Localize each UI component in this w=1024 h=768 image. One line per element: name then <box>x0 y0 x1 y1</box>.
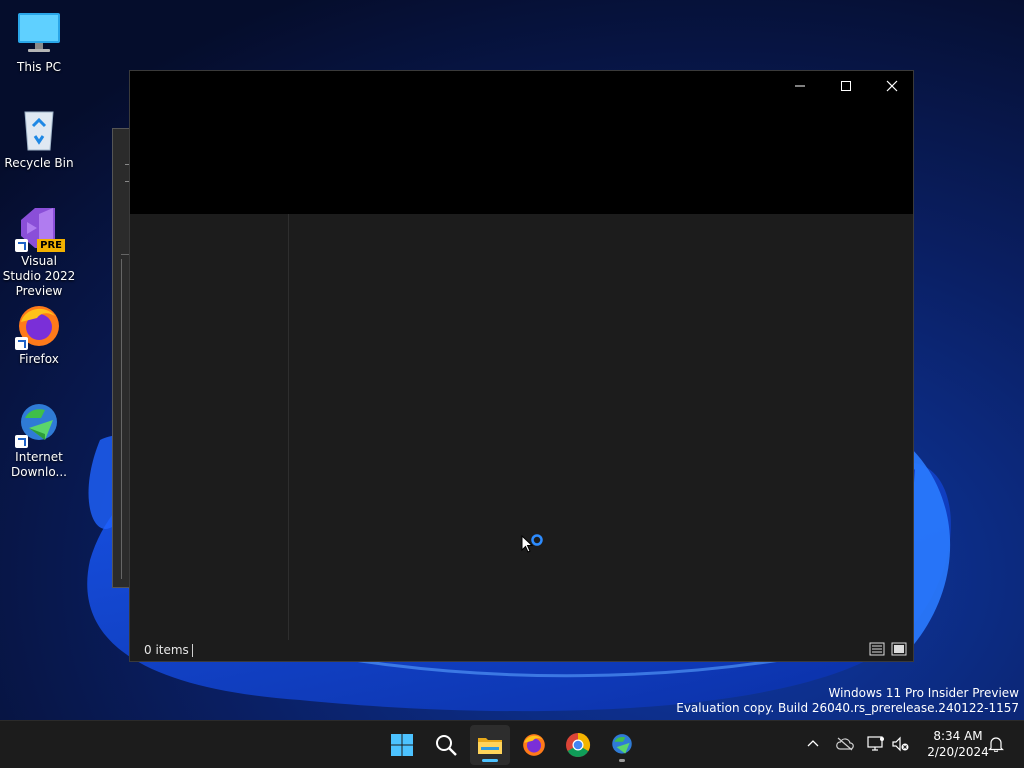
notifications-button[interactable] <box>986 733 1006 755</box>
file-explorer-icon <box>478 738 502 754</box>
shortcut-arrow-icon <box>15 435 28 448</box>
evaluation-watermark: Windows 11 Pro Insider Preview Evaluatio… <box>676 686 1019 716</box>
content-pane[interactable] <box>290 214 914 640</box>
network-icon <box>867 736 884 751</box>
close-icon <box>886 80 898 92</box>
item-count: 0 items <box>144 643 189 657</box>
network-tray[interactable] <box>866 733 886 755</box>
onedrive-icon <box>836 737 854 751</box>
chrome-icon <box>566 733 591 758</box>
volume-tray[interactable] <box>891 733 911 755</box>
internet-download-manager-icon <box>15 400 63 448</box>
details-view-icon[interactable] <box>869 642 885 656</box>
taskbar-file-explorer[interactable] <box>470 725 510 765</box>
active-indicator <box>482 759 498 762</box>
firefox-icon <box>523 734 545 756</box>
watermark-edition: Windows 11 Pro Insider Preview <box>828 686 1019 700</box>
shortcut-arrow-icon <box>15 239 28 252</box>
desktop-icon-recycle-bin[interactable]: Recycle Bin <box>1 106 77 171</box>
maximize-button[interactable] <box>823 71 869 101</box>
running-indicator <box>619 759 625 762</box>
firefox-icon <box>15 302 63 350</box>
desktop-icon-visual-studio[interactable]: PRE Visual Studio 2022 Preview <box>1 204 77 299</box>
minimize-icon <box>795 85 805 87</box>
watermark-build: Evaluation copy. Build 26040.rs_prerelea… <box>676 701 1019 715</box>
bell-icon <box>988 737 1004 752</box>
onedrive-tray[interactable] <box>835 733 855 755</box>
title-bar[interactable] <box>130 71 913 214</box>
desktop-icon-firefox[interactable]: Firefox <box>1 302 77 367</box>
status-separator <box>192 644 193 657</box>
preview-badge: PRE <box>37 239 65 252</box>
desktop-icon-label: Visual Studio 2022 Preview <box>2 254 76 298</box>
desktop-icon-label: This PC <box>17 60 61 74</box>
desktop-icon-label: Internet Downlo... <box>11 450 67 479</box>
large-icons-view-icon[interactable] <box>891 642 907 656</box>
desktop-icon-internet-download-manager[interactable]: Internet Downlo... <box>1 400 77 480</box>
start-button[interactable] <box>382 725 422 765</box>
shortcut-arrow-icon <box>15 337 28 350</box>
taskbar-chrome[interactable] <box>558 725 598 765</box>
start-icon <box>391 734 413 756</box>
taskbar: 8:34 AM 2/20/2024 <box>0 720 1024 768</box>
search-icon <box>436 735 457 756</box>
taskbar-internet-download-manager[interactable] <box>602 725 642 765</box>
visual-studio-icon: PRE <box>15 204 65 252</box>
volume-muted-icon <box>892 736 909 752</box>
busy-cursor-icon <box>521 534 543 553</box>
status-bar: 0 items <box>130 639 913 661</box>
file-explorer-window[interactable]: 0 items <box>129 70 914 662</box>
internet-download-manager-icon <box>612 734 632 754</box>
chevron-up-icon <box>807 740 819 747</box>
minimize-button[interactable] <box>777 71 823 101</box>
close-button[interactable] <box>869 71 915 101</box>
show-hidden-icons-button[interactable] <box>803 733 823 755</box>
desktop-icon-label: Recycle Bin <box>4 156 74 170</box>
maximize-icon <box>841 81 851 91</box>
this-pc-icon <box>15 10 63 58</box>
taskbar-firefox[interactable] <box>514 725 554 765</box>
recycle-bin-icon <box>15 106 63 154</box>
desktop-icon-this-pc[interactable]: This PC <box>1 10 77 75</box>
search-button[interactable] <box>426 725 466 765</box>
navigation-pane[interactable] <box>130 214 289 640</box>
desktop-icon-label: Firefox <box>19 352 59 366</box>
